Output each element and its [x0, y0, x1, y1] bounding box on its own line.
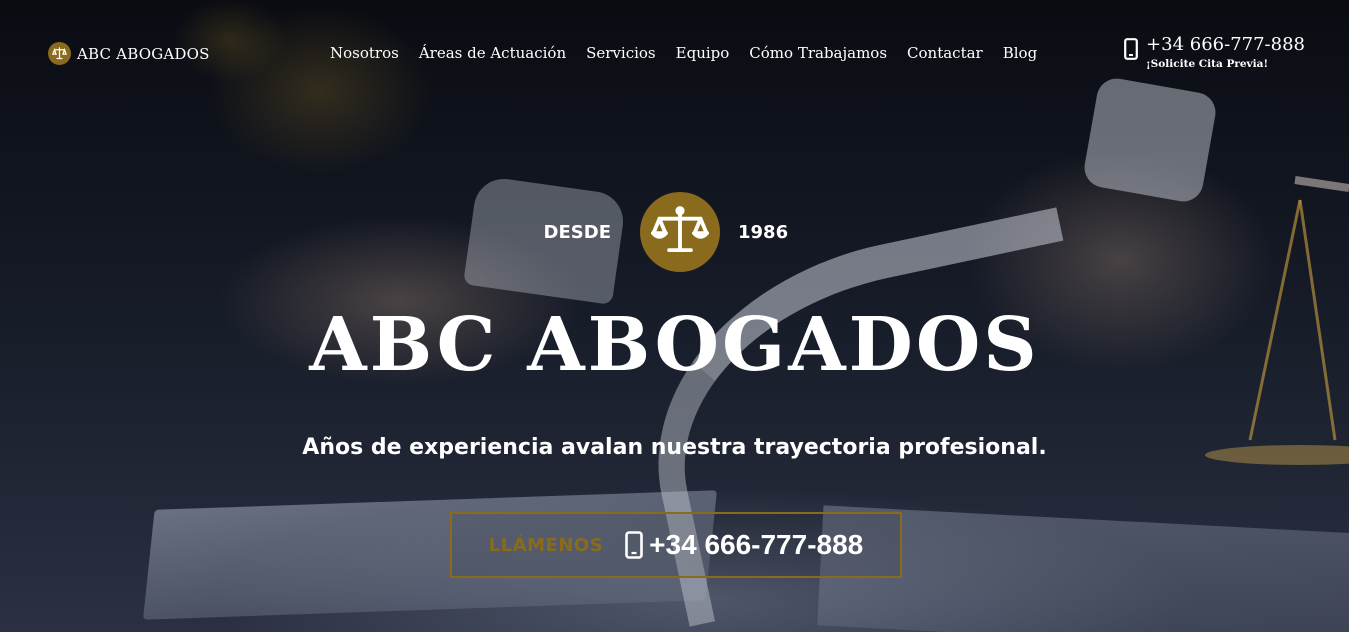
cta-phone: +34 666-777-888 — [625, 529, 863, 561]
site-header: ABC ABOGADOS Nosotros Áreas de Actuación… — [0, 0, 1349, 110]
logo-link[interactable]: ABC ABOGADOS — [48, 42, 210, 65]
main-nav: Nosotros Áreas de Actuación Servicios Eq… — [320, 44, 1047, 62]
scales-of-justice-icon — [48, 42, 71, 65]
since-label: DESDE — [543, 221, 611, 243]
hero-subtitle: Años de experiencia avalan nuestra traye… — [302, 435, 1047, 460]
hero-title: ABC ABOGADOS — [309, 302, 1040, 388]
nav-item-equipo[interactable]: Equipo — [666, 44, 740, 62]
header-phone-link[interactable]: +34 666-777-888 — [1146, 34, 1305, 56]
call-us-label: LLÁMENOS — [488, 534, 604, 556]
header-phone-subtitle: ¡Solicite Cita Previa! — [1146, 58, 1269, 70]
since-row: DESDE 1986 — [0, 192, 1349, 272]
nav-item-contactar[interactable]: Contactar — [897, 44, 993, 62]
header-contact: +34 666-777-888 ¡Solicite Cita Previa! — [1124, 34, 1305, 70]
mobile-phone-icon — [1124, 38, 1138, 60]
call-us-button[interactable]: LLÁMENOS +34 666-777-888 — [450, 512, 902, 578]
nav-item-blog[interactable]: Blog — [993, 44, 1047, 62]
nav-item-areas-de-actuacion[interactable]: Áreas de Actuación — [409, 44, 576, 62]
cta-phone-number: +34 666-777-888 — [649, 529, 864, 560]
hero-section: ABC ABOGADOS Nosotros Áreas de Actuación… — [0, 0, 1349, 632]
mobile-phone-icon — [625, 531, 643, 559]
nav-item-nosotros[interactable]: Nosotros — [320, 44, 409, 62]
since-year: 1986 — [738, 221, 789, 243]
nav-item-como-trabajamos[interactable]: Cómo Trabajamos — [739, 44, 897, 62]
logo-text: ABC ABOGADOS — [77, 44, 210, 63]
scales-of-justice-icon — [640, 192, 720, 272]
nav-item-servicios[interactable]: Servicios — [576, 44, 666, 62]
